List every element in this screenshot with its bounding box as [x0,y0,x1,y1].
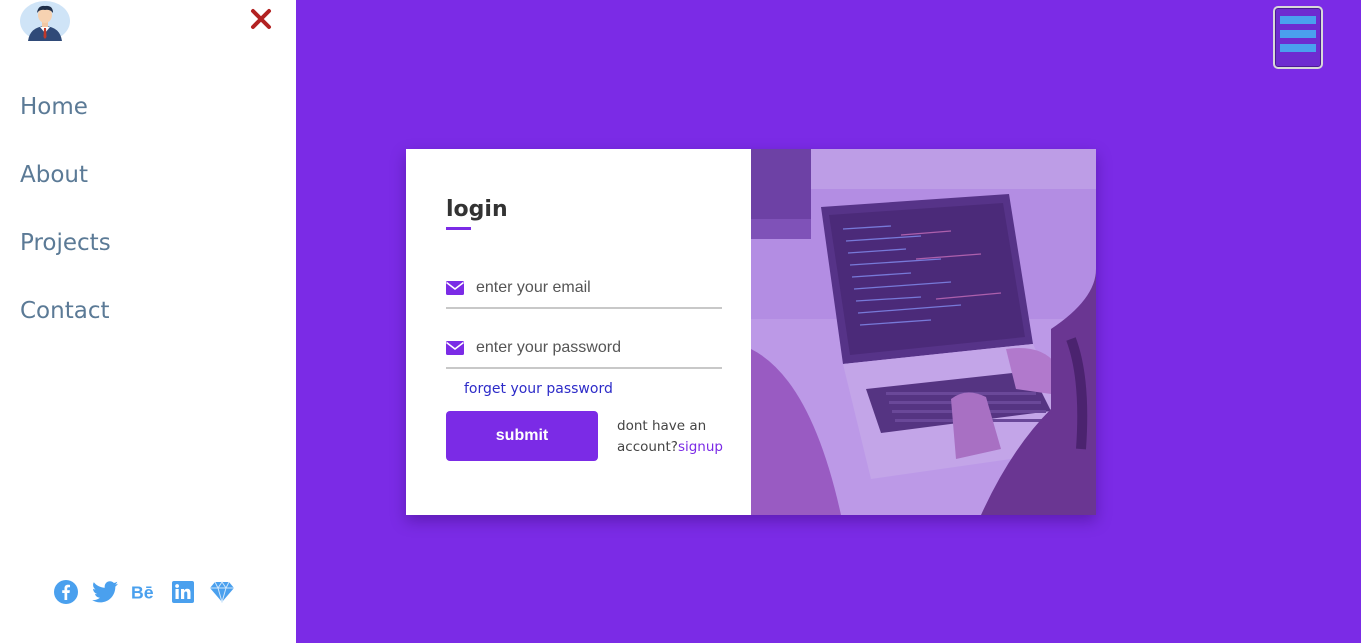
twitter-icon[interactable] [92,579,118,605]
close-button[interactable] [248,6,274,32]
nav-link-projects[interactable]: Projects [20,224,111,262]
diamond-icon[interactable] [209,579,235,605]
login-title: login [446,197,508,222]
menu-button[interactable] [1273,6,1323,69]
signup-prompt: dont have an account?signup [617,416,737,458]
menu-bar-icon [1280,16,1316,24]
facebook-icon[interactable] [53,579,79,605]
avatar [20,1,70,41]
nav-link-home[interactable]: Home [20,88,88,126]
nav-item-about: About [20,156,111,224]
forgot-password-link[interactable]: forget your password [464,381,613,397]
login-card: login forget your password submit dont h… [406,149,1096,515]
nav-item-home: Home [20,88,111,156]
linkedin-icon[interactable] [170,579,196,605]
sidebar: Home About Projects Contact Bē [0,0,296,643]
social-links: Bē [53,579,235,605]
nav-item-projects: Projects [20,224,111,292]
envelope-icon [446,341,464,355]
menu-bar-icon [1280,30,1316,38]
login-form: login forget your password submit dont h… [406,149,751,515]
submit-button[interactable]: submit [446,411,598,461]
password-input[interactable] [476,339,706,357]
sidebar-nav: Home About Projects Contact [20,88,111,360]
close-icon [251,9,271,29]
svg-text:Bē: Bē [131,583,154,603]
nav-link-contact[interactable]: Contact [20,292,109,330]
behance-icon[interactable]: Bē [131,579,157,605]
envelope-icon [446,281,464,295]
laptop-photo [751,149,1096,515]
email-input[interactable] [476,279,706,297]
title-underline [446,227,471,230]
signup-link[interactable]: signup [678,439,723,455]
password-field [446,329,722,369]
nav-link-about[interactable]: About [20,156,88,194]
nav-item-contact: Contact [20,292,111,360]
email-field [446,269,722,309]
menu-bar-icon [1280,44,1316,52]
